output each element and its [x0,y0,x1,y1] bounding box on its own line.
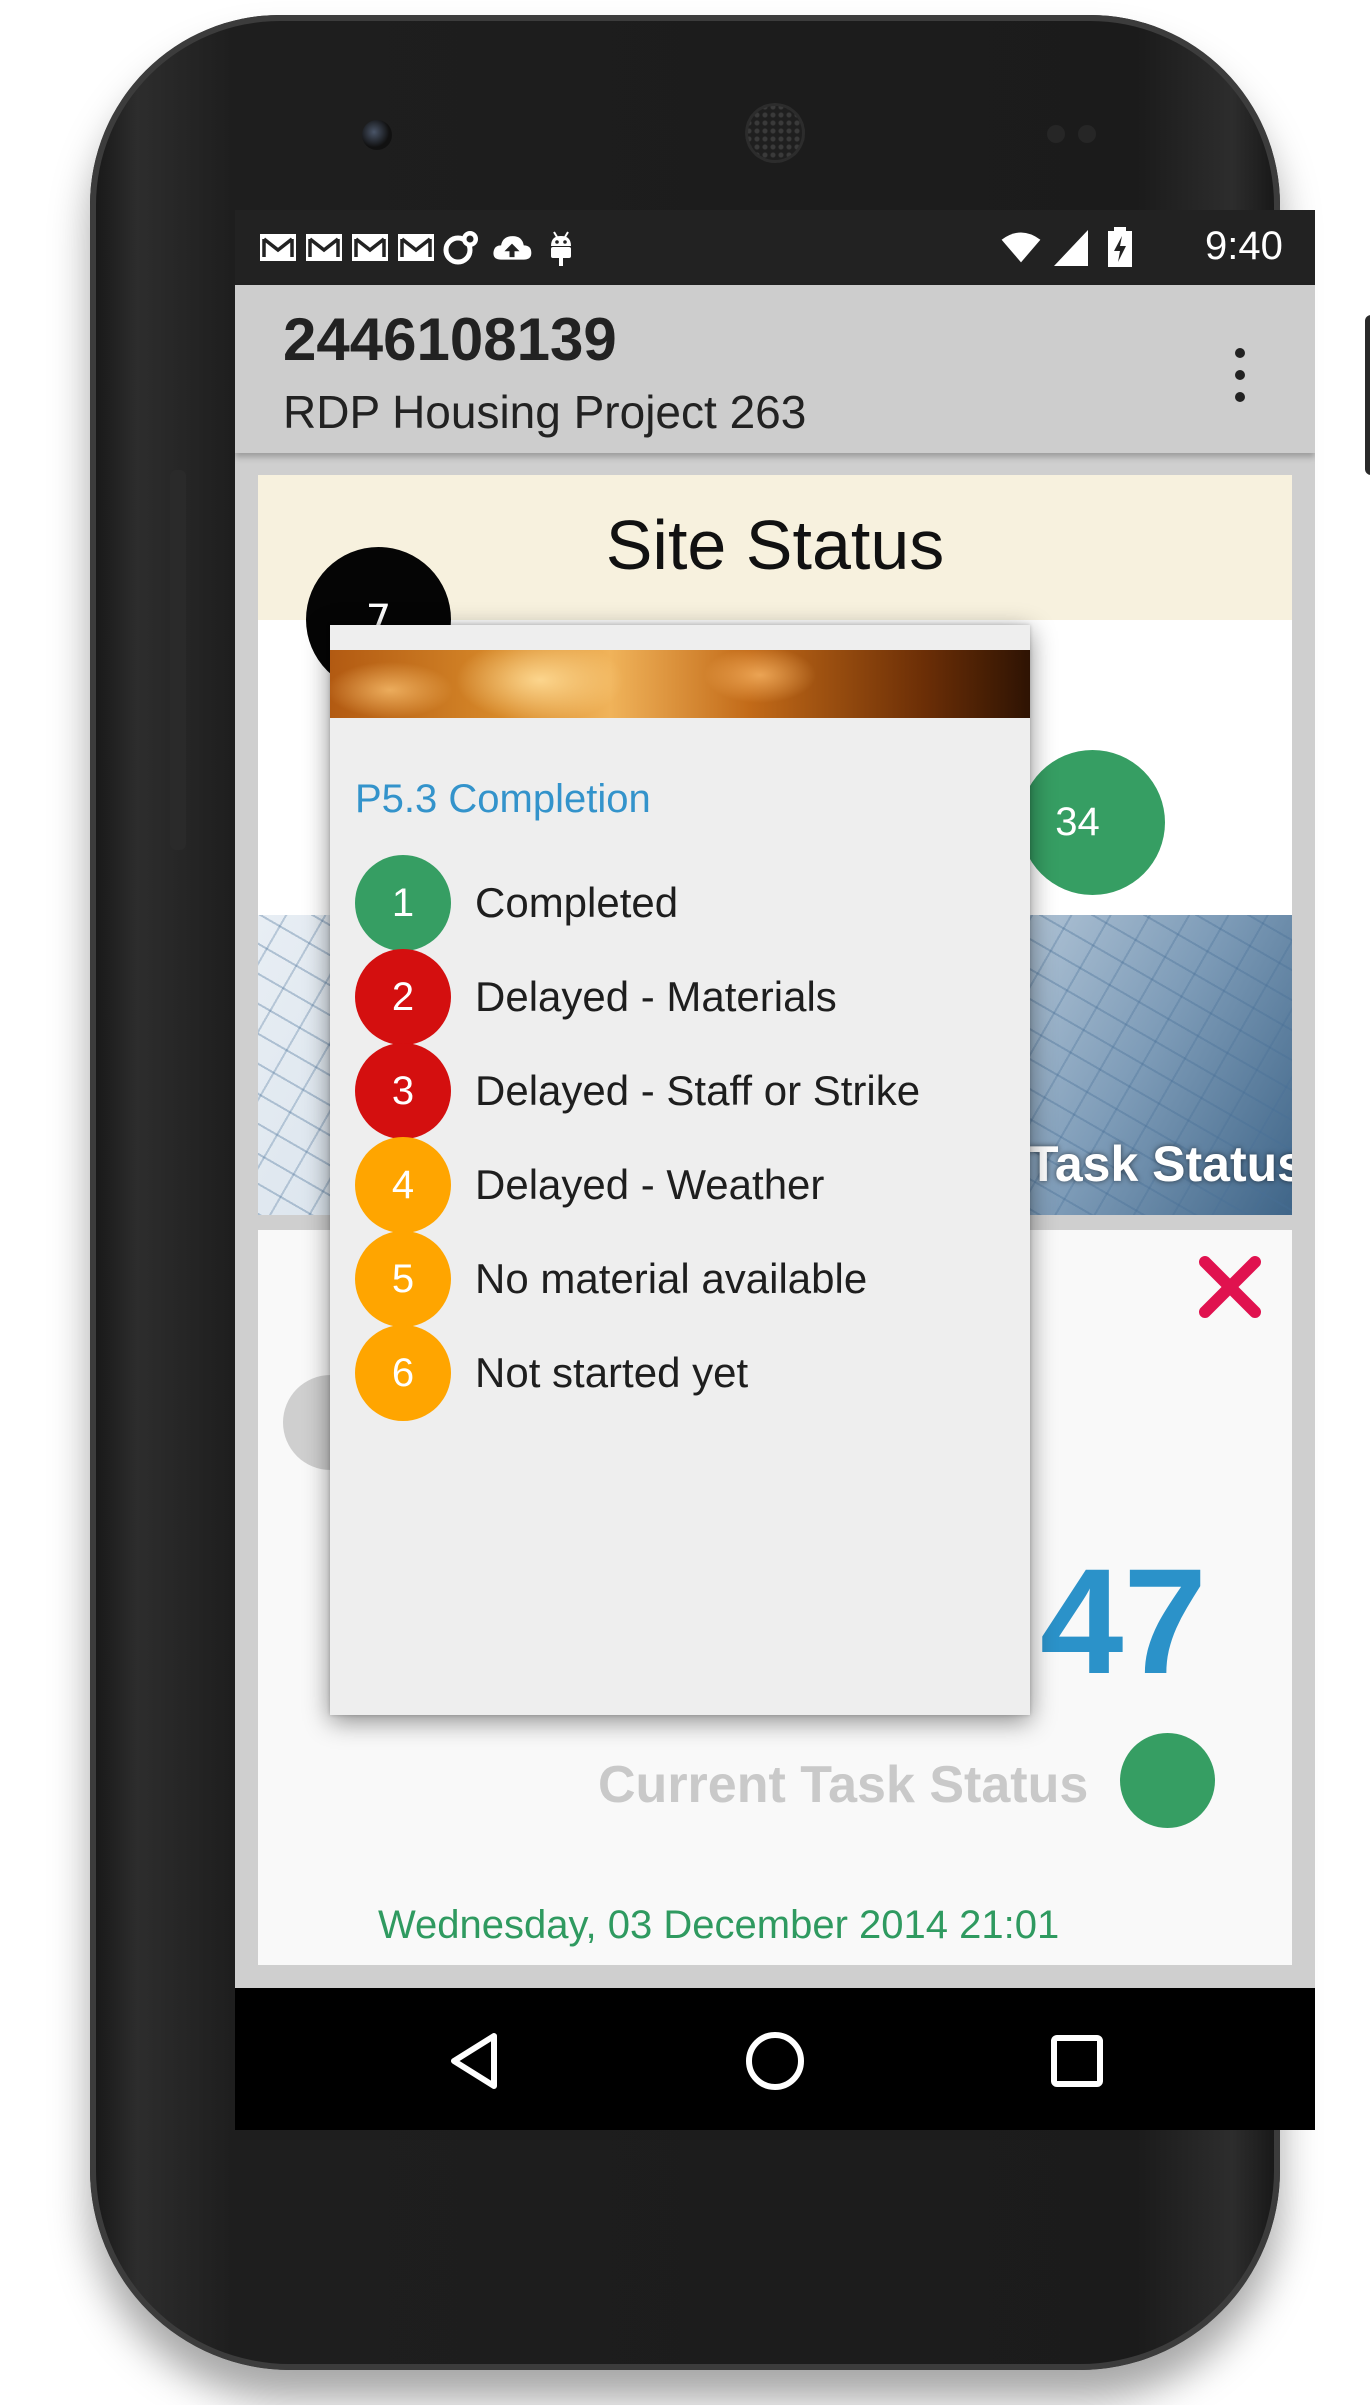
status-number-badge: 1 [355,855,451,951]
blueprint-caption: Task Status [1028,1136,1292,1192]
battery-charging-icon [1103,226,1137,268]
status-number-badge: 4 [355,1137,451,1233]
status-option-label: Delayed - Materials [475,973,837,1020]
status-number-badge: 5 [355,1231,451,1327]
volume-button [170,470,186,850]
wifi-icon [995,226,1047,268]
gmail-icon [257,226,299,268]
sync-icon [441,226,483,268]
page-title: 2446108139 [283,306,617,373]
completed-count-badge: 34 [1020,750,1165,895]
power-button [1365,315,1370,475]
page-subtitle: RDP Housing Project 263 [283,386,807,438]
status-option[interactable]: 5 No material available [355,1231,1015,1327]
status-option[interactable]: 4 Delayed - Weather [355,1137,1015,1233]
signal-icon [1050,226,1092,268]
status-option-label: Not started yet [475,1349,749,1396]
gmail-icon [303,226,345,268]
screen: 9:40 2446108139 RDP Housing Project 263 … [235,210,1315,2130]
android-debug-icon [540,226,582,268]
earpiece-speaker [745,103,805,163]
gmail-icon [395,226,437,268]
status-option[interactable]: 1 Completed [355,855,1015,951]
status-number-badge: 6 [355,1325,451,1421]
cloud-upload-icon [487,226,537,268]
current-task-status-label: Current Task Status [598,1756,1089,1814]
status-option[interactable]: 2 Delayed - Materials [355,949,1015,1045]
status-number-badge: 3 [355,1043,451,1139]
front-camera [362,120,392,150]
status-option-label: No material available [475,1255,868,1302]
back-icon[interactable] [430,2016,520,2106]
close-icon[interactable] [1195,1252,1265,1322]
status-option-label: Delayed - Weather [475,1161,825,1208]
status-bar: 9:40 [235,210,1315,285]
task-status-indicator[interactable] [1120,1733,1215,1828]
light-sensor [1078,125,1096,143]
dialog-title: P5.3 Completion [355,777,651,821]
timestamp: Wednesday, 03 December 2014 21:01 [378,1903,1060,1947]
status-option-label: Delayed - Staff or Strike [475,1067,921,1114]
status-option[interactable]: 6 Not started yet [355,1325,1015,1421]
status-option-label: Completed [475,879,679,926]
status-option[interactable]: 3 Delayed - Staff or Strike [355,1043,1015,1139]
dialog-banner-image [330,650,1030,718]
app-bar: 2446108139 RDP Housing Project 263 [235,285,1315,453]
phone-frame: 9:40 2446108139 RDP Housing Project 263 … [90,15,1370,2370]
proximity-sensor [1047,125,1065,143]
home-icon[interactable] [730,2016,820,2106]
gmail-icon [349,226,391,268]
recents-icon[interactable] [1032,2016,1122,2106]
task-number: 47 [1040,1537,1207,1705]
status-number-badge: 2 [355,949,451,1045]
clock: 9:40 [1205,224,1283,268]
navigation-bar [235,1988,1315,2130]
more-vert-icon[interactable] [1220,340,1260,410]
completion-dialog: P5.3 Completion 1 Completed 2 Delayed - … [330,625,1030,1715]
